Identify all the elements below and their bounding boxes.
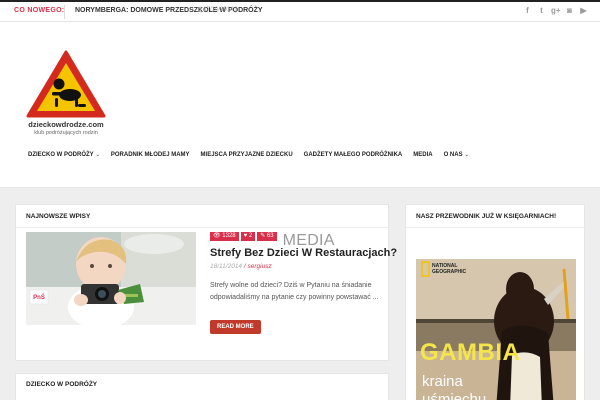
social-links: f t g+ ◙ ▶ (523, 6, 588, 15)
post-date: 18/11/2014 (210, 263, 243, 270)
ticker-date: [ 17/10/2014 ] (200, 7, 237, 13)
latest-posts-section: NAJNOWSZE WPISY PnŚ 👁 1328 ♥ 2 ✎ 63 MEDI… (15, 204, 397, 361)
tv-badge: PnŚ (33, 294, 45, 301)
book-title: GAMBIA (420, 339, 521, 366)
section-title: DZIECKO W PODRÓŻY (26, 381, 98, 388)
book-subtitle-line1: kraina (422, 373, 463, 390)
sidebar-title: NASZ PRZEWODNIK JUŻ W KSIĘGARNIACH! (416, 213, 557, 220)
nav-item-miejsca-przyjazne-dziecku[interactable]: MIEJSCA PRZYJAZNE DZIECKU (201, 152, 293, 158)
ticker-divider (64, 5, 65, 19)
ticker-label: CO NOWEGO: (14, 7, 65, 14)
sidebar-divider (406, 227, 586, 228)
top-bar: CO NOWEGO: NORYMBERGA: DOMOWE PRZEDSZKOL… (0, 0, 600, 22)
likes-count[interactable]: ♥ 2 (240, 232, 256, 241)
youtube-icon[interactable]: ▶ (579, 6, 588, 15)
nav-item-dziecko-w-podrozy[interactable]: DZIECKO W PODRÓŻY ⌄ (28, 152, 100, 158)
nav-item-poradnik-mlodej-mamy[interactable]: PORADNIK MŁODEJ MAMY (111, 152, 190, 158)
post-excerpt: Strefy wolne od dzieci? Dziś w Pytaniu n… (210, 282, 379, 301)
twitter-icon[interactable]: t (537, 6, 546, 15)
nav-item-label: DZIECKO W PODRÓŻY (28, 152, 94, 158)
google-plus-icon[interactable]: g+ (551, 6, 561, 15)
post-byline: 18/11/2014 / sergiusz (210, 263, 272, 270)
site-logo[interactable]: dzieckowdrodze.com klub podróżujących ro… (26, 50, 106, 144)
nav-item-label: GADŻETY MAŁEGO PODRÓŻNIKA (303, 152, 403, 158)
comments-count[interactable]: ✎ 63 (257, 232, 277, 241)
nav-item-label: MIEJSCA PRZYJAZNE DZIECKU (200, 152, 293, 158)
site-header: dzieckowdrodze.com klub podróżujących ro… (0, 22, 600, 188)
post-author-link[interactable]: / sergiusz (244, 263, 272, 270)
sidebar-guidebook-widget: NASZ PRZEWODNIK JUŻ W KSIĘGARNIACH! NATI… (405, 204, 586, 400)
baby-with-camera-photo: PnŚ (26, 232, 196, 325)
logo-site-name: dzieckowdrodze.com (28, 120, 104, 129)
dziecko-w-podrozy-section: DZIECKO W PODRÓŻY (15, 373, 389, 400)
nav-item-label: O NAS (443, 152, 463, 158)
nav-item-o-nas[interactable]: O NAS ⌄ (444, 152, 469, 158)
section-divider (16, 227, 390, 228)
facebook-icon[interactable]: f (523, 6, 532, 15)
book-subtitle-line2: uśmiechu (422, 391, 487, 400)
publisher-name-line2: GEOGRAPHIC (432, 269, 467, 275)
chevron-down-icon: ⌄ (464, 152, 469, 158)
instagram-icon[interactable]: ◙ (565, 6, 574, 15)
nav-item-label: PORADNIK MŁODEJ MAMY (110, 152, 190, 158)
post-title-link[interactable]: Strefy Bez Dzieci W Restauracjach? (210, 247, 397, 259)
views-count: 👁 1328 (210, 232, 239, 241)
nav-item-label: MEDIA (413, 152, 433, 158)
warning-triangle-logo-icon (26, 50, 106, 118)
read-more-button[interactable]: READ MORE (210, 320, 261, 334)
section-title: NAJNOWSZE WPISY (26, 213, 91, 220)
main-navigation: DZIECKO W PODRÓŻY ⌄ PORADNIK MŁODEJ MAMY … (28, 152, 469, 158)
nav-item-media[interactable]: MEDIA (413, 152, 432, 158)
nav-item-gadzety-malego-podroznika[interactable]: GADŻETY MAŁEGO PODRÓŻNIKA (304, 152, 403, 158)
logo-tagline: klub podróżujących rodzin (34, 130, 98, 136)
post-thumbnail[interactable]: PnŚ (26, 232, 196, 325)
chevron-down-icon: ⌄ (95, 152, 100, 158)
guidebook-cover[interactable]: NATIONAL GEOGRAPHIC GAMBIA kraina uśmiec… (416, 259, 576, 400)
